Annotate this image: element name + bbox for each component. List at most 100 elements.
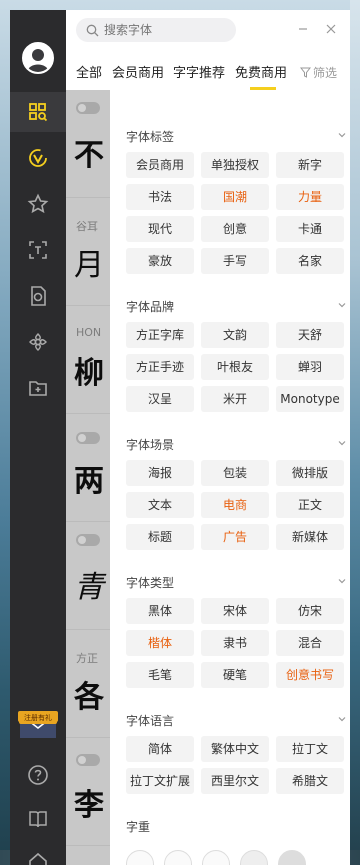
tag-chip[interactable]: 会员商用 <box>126 152 194 178</box>
scene-chip[interactable]: 标题 <box>126 524 194 550</box>
section-title-tags: 字体标签 <box>126 130 175 144</box>
app-window: 注册有礼 搜索字体 全部 会员商用 字字推荐 免费商用 筛选 不 谷耳 月 HO… <box>10 10 350 865</box>
weight-option[interactable] <box>202 850 230 865</box>
search-box[interactable] <box>76 18 236 42</box>
filter-label: 筛选 <box>313 66 338 80</box>
sidebar-item-folder[interactable] <box>10 368 66 408</box>
tab-bar: 全部 会员商用 字字推荐 免费商用 筛选 <box>66 48 350 90</box>
tab-vip-commercial[interactable]: 会员商用 <box>112 62 164 81</box>
scene-chip[interactable]: 广告 <box>201 524 269 550</box>
sidebar-item-favorites[interactable] <box>10 184 66 224</box>
search-icon <box>86 24 99 36</box>
promo-label[interactable]: 注册有礼 <box>19 713 57 724</box>
language-chip[interactable]: 繁体中文 <box>201 736 269 762</box>
scene-chip[interactable]: 电商 <box>201 492 269 518</box>
sidebar-item-vip[interactable] <box>10 138 66 178</box>
star-icon <box>27 193 49 214</box>
scene-chip[interactable]: 包装 <box>201 460 269 486</box>
tab-free-commercial[interactable]: 免费商用 <box>235 62 287 81</box>
tag-chip[interactable]: 新字 <box>276 152 344 178</box>
section-title-brands: 字体品牌 <box>126 300 175 314</box>
brand-chip[interactable]: 米开 <box>201 386 269 412</box>
type-chip[interactable]: 毛笔 <box>126 662 194 688</box>
tag-chip[interactable]: 创意 <box>201 216 269 242</box>
brand-chip[interactable]: 方正手迹 <box>126 354 194 380</box>
chevron-down-icon[interactable] <box>338 715 346 723</box>
chevron-down-icon[interactable] <box>338 301 346 309</box>
type-chip[interactable]: 楷体 <box>126 630 194 656</box>
scene-chip[interactable]: 文本 <box>126 492 194 518</box>
language-chip[interactable]: 简体 <box>126 736 194 762</box>
grid-search-icon <box>29 103 48 122</box>
avatar[interactable] <box>22 42 54 74</box>
section-title-languages: 字体语言 <box>126 714 175 728</box>
folder-plus-icon <box>29 381 47 396</box>
main-area: 全部 会员商用 字字推荐 免费商用 筛选 不 谷耳 月 HON <box>66 10 350 865</box>
scene-chip[interactable]: 微排版 <box>276 460 344 486</box>
tag-chip[interactable]: 豪放 <box>126 248 194 274</box>
filter-button[interactable]: 筛选 <box>300 64 337 81</box>
tab-recommended[interactable]: 字字推荐 <box>173 62 225 81</box>
sidebar-item-recognize[interactable] <box>10 230 66 270</box>
brand-chip[interactable]: 方正字库 <box>126 322 194 348</box>
section-title-types: 字体类型 <box>126 576 175 590</box>
brand-chip[interactable]: 汉呈 <box>126 386 194 412</box>
brand-chip[interactable]: 蝉羽 <box>276 354 344 380</box>
home-icon[interactable] <box>27 850 49 865</box>
desktop-background <box>350 0 360 865</box>
tag-chip[interactable]: 国潮 <box>201 184 269 210</box>
book-icon[interactable] <box>27 808 49 830</box>
language-chip[interactable]: 拉丁文扩展 <box>126 768 194 794</box>
sidebar-item-font-file[interactable] <box>10 276 66 316</box>
font-file-icon <box>31 286 46 306</box>
type-chip[interactable]: 混合 <box>276 630 344 656</box>
sidebar-item-plugins[interactable] <box>10 322 66 362</box>
tab-all[interactable]: 全部 <box>76 62 102 81</box>
sidebar: 注册有礼 <box>10 10 66 865</box>
type-chip[interactable]: 硬笔 <box>201 662 269 688</box>
list-overlay <box>66 90 110 865</box>
top-bar <box>66 10 350 48</box>
help-icon[interactable] <box>27 764 49 786</box>
type-chip[interactable]: 仿宋 <box>276 598 344 624</box>
section-title-scenes: 字体场景 <box>126 438 175 452</box>
flower-icon <box>29 333 47 351</box>
sidebar-item-font-browse[interactable] <box>10 92 66 132</box>
scan-icon <box>29 241 47 259</box>
type-chip[interactable]: 宋体 <box>201 598 269 624</box>
type-chip[interactable]: 创意书写 <box>276 662 344 688</box>
tag-chip[interactable]: 书法 <box>126 184 194 210</box>
brand-chip[interactable]: Monotype <box>276 386 344 412</box>
type-chip[interactable]: 隶书 <box>201 630 269 656</box>
language-chip[interactable]: 希腊文 <box>276 768 344 794</box>
tag-chip[interactable]: 手写 <box>201 248 269 274</box>
funnel-icon <box>300 67 311 78</box>
weight-option[interactable] <box>278 850 306 865</box>
scene-chip[interactable]: 正文 <box>276 492 344 518</box>
type-chip[interactable]: 黑体 <box>126 598 194 624</box>
language-chip[interactable]: 拉丁文 <box>276 736 344 762</box>
chevron-down-icon[interactable] <box>338 439 346 447</box>
search-input[interactable] <box>104 23 224 37</box>
close-icon[interactable] <box>324 22 338 36</box>
tag-chip[interactable]: 卡通 <box>276 216 344 242</box>
chevron-down-icon[interactable] <box>338 577 346 585</box>
tag-chip[interactable]: 现代 <box>126 216 194 242</box>
scene-chip[interactable]: 新媒体 <box>276 524 344 550</box>
v-icon <box>29 149 47 167</box>
scene-chip[interactable]: 海报 <box>126 460 194 486</box>
minimize-icon[interactable] <box>296 22 310 36</box>
tag-chip[interactable]: 名家 <box>276 248 344 274</box>
brand-chip[interactable]: 文韵 <box>201 322 269 348</box>
tag-chip[interactable]: 单独授权 <box>201 152 269 178</box>
language-chip[interactable]: 西里尔文 <box>201 768 269 794</box>
weight-option[interactable] <box>240 850 268 865</box>
weight-option[interactable] <box>126 850 154 865</box>
chevron-down-icon[interactable] <box>338 131 346 139</box>
tag-chip[interactable]: 力量 <box>276 184 344 210</box>
weight-selector <box>126 850 306 865</box>
brand-chip[interactable]: 叶根友 <box>201 354 269 380</box>
brand-chip[interactable]: 天舒 <box>276 322 344 348</box>
weight-option[interactable] <box>164 850 192 865</box>
section-title-weight: 字重 <box>126 820 151 834</box>
